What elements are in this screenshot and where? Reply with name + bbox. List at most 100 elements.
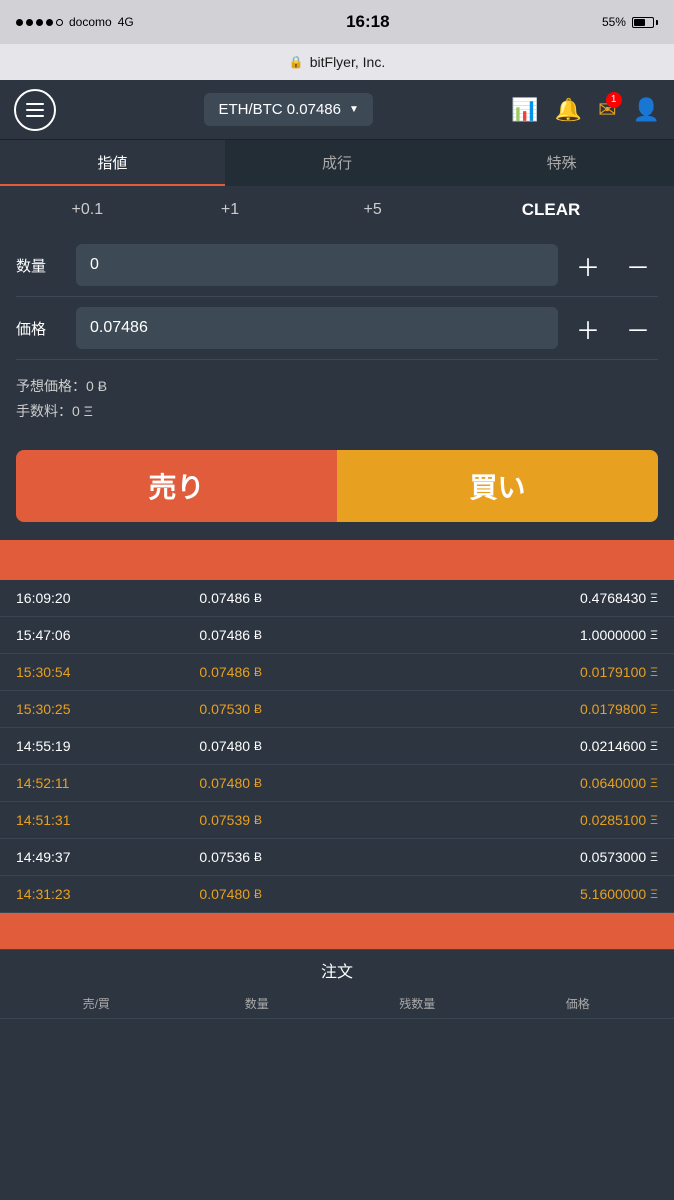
- order-info: 予想価格：0 Ƀ 手数料：0 Ξ: [0, 360, 674, 432]
- fee-value: 0: [72, 403, 80, 419]
- battery-icon: [632, 17, 658, 28]
- trade-price: 0.07530 Ƀ: [199, 701, 428, 717]
- network-label: 4G: [118, 15, 134, 29]
- eth-unit: Ξ: [84, 403, 93, 419]
- sell-button[interactable]: 売り: [16, 450, 337, 522]
- dropdown-arrow-icon: ▼: [349, 104, 359, 115]
- col-header-price: 価格: [498, 995, 659, 1012]
- order-tabs: 指値 成行 特殊: [0, 140, 674, 186]
- trade-amount: 0.0573000 Ξ: [429, 849, 658, 865]
- price-row: 価格 ＋ －: [16, 297, 658, 360]
- trade-price: 0.07480 Ƀ: [199, 775, 428, 791]
- btc-unit: Ƀ: [98, 378, 107, 394]
- trade-price: 0.07539 Ƀ: [199, 812, 428, 828]
- column-headers: 売/買 数量 残数量 価格: [0, 989, 674, 1019]
- action-buttons: 売り 買い: [16, 450, 658, 522]
- trade-amount: 0.0179100 Ξ: [429, 664, 658, 680]
- qty-preset-row: +0.1 +1 +5 CLEAR: [0, 186, 674, 234]
- quantity-label: 数量: [16, 255, 66, 276]
- battery-body: [632, 17, 654, 28]
- trade-price: 0.07486 Ƀ: [199, 664, 428, 680]
- qty-preset-1[interactable]: +1: [159, 201, 302, 219]
- trade-time: 14:55:19: [16, 738, 199, 754]
- tab-special[interactable]: 特殊: [449, 140, 674, 186]
- trade-amount: 0.4768430 Ξ: [429, 590, 658, 606]
- trade-time: 15:30:25: [16, 701, 199, 717]
- fee-label: 手数料：: [16, 403, 72, 419]
- history-header-bar: [0, 540, 674, 580]
- history-row: 15:47:06 0.07486 Ƀ 1.0000000 Ξ: [0, 617, 674, 654]
- price-label: 価格: [16, 318, 66, 339]
- header-icons: 📊 🔔 ✉ 1 👤: [511, 97, 660, 123]
- signal-dots: [16, 19, 63, 26]
- trade-time: 15:30:54: [16, 664, 199, 680]
- battery-fill: [634, 19, 645, 26]
- history-row: 14:52:11 0.07480 Ƀ 0.0640000 Ξ: [0, 765, 674, 802]
- dot5: [56, 19, 63, 26]
- url-bar: 🔒 bitFlyer, Inc.: [0, 44, 674, 80]
- history-row: 14:31:23 0.07480 Ƀ 5.1600000 Ξ: [0, 876, 674, 913]
- carrier-label: docomo: [69, 15, 112, 29]
- trade-amount: 1.0000000 Ξ: [429, 627, 658, 643]
- status-right: 55%: [602, 15, 658, 29]
- dot3: [36, 19, 43, 26]
- trade-history-table: 16:09:20 0.07486 Ƀ 0.4768430 Ξ 15:47:06 …: [0, 580, 674, 913]
- bell-icon[interactable]: 🔔: [555, 97, 582, 123]
- app-header: ETH/BTC 0.07486 ▼ 📊 🔔 ✉ 1 👤: [0, 80, 674, 140]
- trade-price: 0.07480 Ƀ: [199, 886, 428, 902]
- trade-price: 0.07480 Ƀ: [199, 738, 428, 754]
- quantity-input[interactable]: [76, 244, 558, 286]
- hamburger-icon: [26, 103, 44, 117]
- col-header-type: 売/買: [16, 995, 177, 1012]
- tab-market[interactable]: 成行: [225, 140, 450, 186]
- price-plus-button[interactable]: ＋: [568, 308, 608, 348]
- user-icon[interactable]: 👤: [633, 97, 660, 123]
- status-time: 16:18: [346, 12, 389, 32]
- history-row: 14:49:37 0.07536 Ƀ 0.0573000 Ξ: [0, 839, 674, 876]
- order-form: 数量 ＋ － 価格 ＋ －: [0, 234, 674, 360]
- quantity-plus-button[interactable]: ＋: [568, 245, 608, 285]
- url-text: bitFlyer, Inc.: [310, 54, 385, 70]
- trade-time: 14:31:23: [16, 886, 199, 902]
- trade-amount: 5.1600000 Ξ: [429, 886, 658, 902]
- battery-tip: [656, 20, 658, 25]
- tab-limit[interactable]: 指値: [0, 140, 225, 186]
- expected-price-value: 0: [86, 378, 94, 394]
- dot1: [16, 19, 23, 26]
- qty-preset-5[interactable]: +5: [301, 201, 444, 219]
- dot4: [46, 19, 53, 26]
- price-minus-button[interactable]: －: [618, 308, 658, 348]
- col-header-remaining: 残数量: [337, 995, 498, 1012]
- trade-time: 16:09:20: [16, 590, 199, 606]
- quantity-minus-button[interactable]: －: [618, 245, 658, 285]
- bottom-orange-bar: [0, 913, 674, 949]
- trade-amount: 0.0214600 Ξ: [429, 738, 658, 754]
- col-header-qty: 数量: [177, 995, 338, 1012]
- clear-button[interactable]: CLEAR: [444, 200, 658, 220]
- price-input[interactable]: [76, 307, 558, 349]
- trade-amount: 0.0179800 Ξ: [429, 701, 658, 717]
- battery-percent: 55%: [602, 15, 626, 29]
- trade-price: 0.07486 Ƀ: [199, 627, 428, 643]
- trade-time: 14:49:37: [16, 849, 199, 865]
- history-row: 15:30:54 0.07486 Ƀ 0.0179100 Ξ: [0, 654, 674, 691]
- mail-icon-wrapper[interactable]: ✉ 1: [598, 97, 616, 123]
- order-label-bar: 注文: [0, 949, 674, 989]
- buy-button[interactable]: 買い: [337, 450, 658, 522]
- history-row: 16:09:20 0.07486 Ƀ 0.4768430 Ξ: [0, 580, 674, 617]
- trade-time: 14:51:31: [16, 812, 199, 828]
- trade-amount: 0.0640000 Ξ: [429, 775, 658, 791]
- trade-price: 0.07536 Ƀ: [199, 849, 428, 865]
- history-row: 14:51:31 0.07539 Ƀ 0.0285100 Ξ: [0, 802, 674, 839]
- status-left: docomo 4G: [16, 15, 134, 29]
- expected-price-label: 予想価格：: [16, 378, 86, 394]
- qty-preset-01[interactable]: +0.1: [16, 201, 159, 219]
- currency-selector[interactable]: ETH/BTC 0.07486 ▼: [204, 93, 372, 126]
- trade-time: 14:52:11: [16, 775, 199, 791]
- order-label: 注文: [321, 958, 353, 982]
- chart-icon[interactable]: 📊: [511, 97, 538, 123]
- lock-icon: 🔒: [289, 55, 304, 69]
- menu-button[interactable]: [14, 89, 56, 131]
- currency-pair-label: ETH/BTC 0.07486: [218, 101, 341, 118]
- dot2: [26, 19, 33, 26]
